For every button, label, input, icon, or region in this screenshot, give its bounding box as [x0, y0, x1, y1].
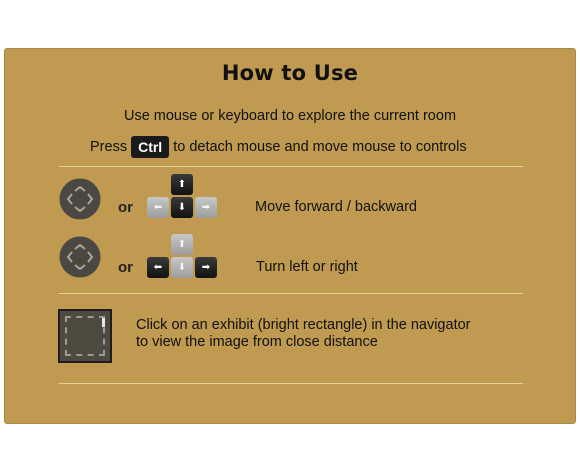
panel-title: How to Use — [221, 61, 359, 85]
exhibit-description: Click on an exhibit (bright rectangle) i… — [136, 317, 470, 351]
arrow-up-key-icon: ⬆ — [171, 174, 193, 195]
divider — [59, 293, 523, 294]
arrows-circle-icon — [59, 236, 101, 278]
exhibit-dashed-frame — [65, 316, 105, 356]
arrow-up-key-icon: ⬆ — [171, 234, 193, 255]
arrow-left-key-icon: ⬅ — [147, 257, 169, 278]
or-label: or — [118, 199, 133, 216]
explore-instruction: Use mouse or keyboard to explore the cur… — [123, 108, 457, 124]
arrow-keys-forward-backward: ⬆ ⬅ ⬇ ➡ — [147, 174, 217, 220]
arrow-keys-turn: ⬆ ⬅ ⬇ ➡ — [147, 234, 217, 280]
exhibit-description-line2: to view the image from close distance — [136, 334, 378, 350]
arrow-down-key-icon: ⬇ — [171, 257, 193, 278]
turn-description: Turn left or right — [256, 259, 358, 275]
how-to-use-panel: How to Use Use mouse or keyboard to expl… — [4, 48, 576, 424]
exhibit-bright-marker — [102, 318, 105, 327]
exhibit-thumbnail-icon — [58, 309, 112, 363]
press-label: Press — [90, 139, 128, 155]
ctrl-description: to detach mouse and move mouse to contro… — [173, 139, 467, 155]
ctrl-key: Ctrl — [131, 136, 170, 158]
arrows-circle-icon — [59, 178, 101, 220]
divider — [59, 383, 523, 384]
move-description: Move forward / backward — [255, 199, 417, 215]
arrow-left-key-icon: ⬅ — [147, 197, 169, 218]
or-label: or — [118, 259, 133, 276]
arrow-right-key-icon: ➡ — [195, 257, 217, 278]
ctrl-instruction: Press Ctrl to detach mouse and move mous… — [90, 136, 467, 158]
arrow-right-key-icon: ➡ — [195, 197, 217, 218]
divider — [59, 166, 523, 167]
arrow-down-key-icon: ⬇ — [171, 197, 193, 218]
exhibit-description-line1: Click on an exhibit (bright rectangle) i… — [136, 317, 471, 333]
